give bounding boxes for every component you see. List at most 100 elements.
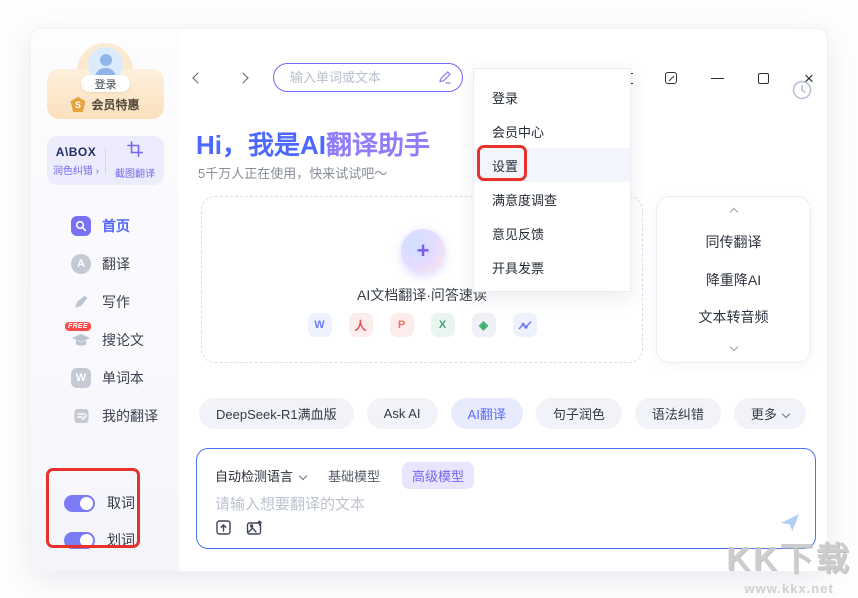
- pdf-file-icon: 人: [349, 313, 373, 337]
- screen: 登录 S 会员特惠 A\BOX 润色纠错 › 截图翻译: [0, 0, 858, 598]
- aibox-polish-button[interactable]: A\BOX 润色纠错 ›: [47, 136, 105, 185]
- translate-input-panel: 自动检测语言 基础模型 高级模型: [196, 448, 816, 549]
- translate-text-input[interactable]: [215, 493, 775, 521]
- supported-file-types: W 人 P X ◈: [202, 313, 642, 337]
- basic-model-button[interactable]: 基础模型: [328, 466, 380, 485]
- aibox-logo: A\BOX: [56, 145, 97, 159]
- back-button[interactable]: [187, 67, 209, 89]
- home-icon: [71, 216, 91, 236]
- aibox-polish-label: 润色纠错 ›: [53, 162, 99, 177]
- sidebar-item-home[interactable]: 首页: [71, 213, 171, 239]
- maximize-icon: [758, 73, 769, 84]
- sidebar-item-writing[interactable]: 写作: [71, 289, 171, 315]
- watermark-url: www.kkx.net: [726, 581, 852, 596]
- pencil-icon: [437, 70, 452, 85]
- tab-ai-translate[interactable]: AI翻译: [451, 398, 523, 429]
- vip-benefits-label: 会员特惠: [91, 96, 139, 113]
- fullscreen-icon: [665, 72, 677, 84]
- free-badge: FREE: [65, 322, 91, 331]
- quick-item-reduce-ai[interactable]: 降重降AI: [706, 270, 761, 290]
- quick-tools-panel: 同传翻译 降重降AI 文本转音频: [656, 196, 811, 363]
- crop-icon: [127, 141, 143, 162]
- chevron-down-icon[interactable]: [729, 343, 737, 351]
- forward-icon: [237, 72, 248, 83]
- sidebar-item-my-translations[interactable]: 我的翻译: [71, 403, 171, 429]
- wordbook-icon: W: [71, 368, 91, 388]
- maximize-button[interactable]: [751, 66, 775, 90]
- wps-file-icon: ◈: [472, 313, 496, 337]
- upload-file-icon[interactable]: [215, 519, 232, 536]
- quick-item-text-to-audio[interactable]: 文本转音频: [699, 307, 769, 327]
- word-file-icon: W: [308, 313, 332, 337]
- word-capture-label: 取词: [107, 493, 135, 513]
- document-icon: [71, 406, 91, 426]
- app-window: 登录 S 会员特惠 A\BOX 润色纠错 › 截图翻译: [30, 28, 828, 572]
- screenshot-translate-label: 截图翻译: [115, 165, 155, 180]
- language-select-label: 自动检测语言: [215, 466, 293, 485]
- tab-deepseek[interactable]: DeepSeek-R1满血版: [199, 398, 354, 429]
- pen-icon: [71, 292, 91, 312]
- app-menu-dropdown: 登录 会员中心 设置 满意度调查 意见反馈 开具发票: [473, 68, 631, 292]
- language-select[interactable]: 自动检测语言: [215, 466, 306, 485]
- chart-file-icon: [513, 313, 537, 337]
- minimize-button[interactable]: [705, 66, 729, 90]
- tab-sentence-polish[interactable]: 句子润色: [536, 398, 622, 429]
- menu-item-feedback[interactable]: 意见反馈: [474, 216, 630, 250]
- chevron-down-icon: [299, 471, 307, 479]
- sidebar-item-label: 写作: [102, 292, 130, 312]
- word-select-toggle[interactable]: [64, 532, 95, 549]
- screenshot-translate-button[interactable]: 截图翻译: [106, 136, 164, 185]
- feature-tabs: DeepSeek-R1满血版 Ask AI AI翻译 句子润色 语法纠错 更多: [199, 398, 806, 429]
- forward-button[interactable]: [232, 67, 254, 89]
- advanced-model-button[interactable]: 高级模型: [402, 462, 474, 489]
- fullscreen-button[interactable]: [659, 66, 683, 90]
- tab-more[interactable]: 更多: [734, 398, 806, 429]
- sidebar: 登录 S 会员特惠 A\BOX 润色纠错 › 截图翻译: [31, 29, 179, 571]
- menu-item-login[interactable]: 登录: [474, 80, 630, 114]
- input-options: 自动检测语言 基础模型 高级模型: [215, 462, 474, 489]
- chevron-up-icon[interactable]: [729, 208, 737, 216]
- tab-ask-ai[interactable]: Ask AI: [367, 398, 438, 429]
- login-button[interactable]: 登录: [81, 75, 130, 92]
- page-title: Hi，我是AI翻译助手: [196, 125, 430, 162]
- chevron-down-icon: [782, 409, 790, 417]
- menu-item-satisfaction-survey[interactable]: 满意度调查: [474, 182, 630, 216]
- word-capture-toggle[interactable]: [64, 495, 95, 512]
- minimize-icon: [711, 78, 724, 79]
- upload-image-icon[interactable]: [246, 519, 264, 536]
- sidebar-item-label: 搜论文: [102, 330, 144, 350]
- back-icon: [192, 72, 203, 83]
- quick-item-simultaneous[interactable]: 同传翻译: [706, 232, 762, 252]
- vip-benefits-button[interactable]: S 会员特惠: [31, 96, 179, 113]
- sidebar-item-wordbook[interactable]: W 单词本: [71, 365, 171, 391]
- sidebar-item-papers[interactable]: FREE 搜论文: [71, 327, 171, 353]
- history-button[interactable]: [791, 79, 813, 101]
- menu-item-settings[interactable]: 设置: [474, 148, 630, 182]
- translate-icon: A: [71, 254, 91, 274]
- sidebar-item-label: 首页: [102, 216, 130, 236]
- quick-search: [273, 63, 463, 92]
- graduation-cap-icon: FREE: [71, 330, 91, 350]
- avatar-person-icon: [100, 54, 112, 66]
- word-select-toggle-row: 划词: [64, 529, 164, 551]
- send-button[interactable]: [779, 511, 801, 538]
- attachment-actions: [215, 519, 264, 536]
- upload-document-button[interactable]: +: [401, 229, 445, 273]
- greeting-highlight: 翻译助手: [326, 130, 430, 160]
- menu-item-invoice[interactable]: 开具发票: [474, 250, 630, 284]
- sidebar-item-label: 我的翻译: [102, 406, 158, 426]
- word-capture-toggle-row: 取词: [64, 492, 164, 514]
- word-select-label: 划词: [107, 530, 135, 550]
- vip-shield-icon: S: [70, 97, 85, 112]
- search-input[interactable]: [290, 70, 429, 85]
- sidebar-item-label: 翻译: [102, 254, 130, 274]
- sidebar-item-translate[interactable]: A 翻译: [71, 251, 171, 277]
- menu-item-member-center[interactable]: 会员中心: [474, 114, 630, 148]
- aibox-card: A\BOX 润色纠错 › 截图翻译: [47, 136, 164, 185]
- ppt-file-icon: P: [390, 313, 414, 337]
- greeting-text: Hi，我是AI: [196, 130, 326, 160]
- page-subtitle: 5千万人正在使用，快来试试吧～: [198, 163, 387, 182]
- sidebar-item-label: 单词本: [102, 368, 144, 388]
- tab-grammar-check[interactable]: 语法纠错: [635, 398, 721, 429]
- excel-file-icon: X: [431, 313, 455, 337]
